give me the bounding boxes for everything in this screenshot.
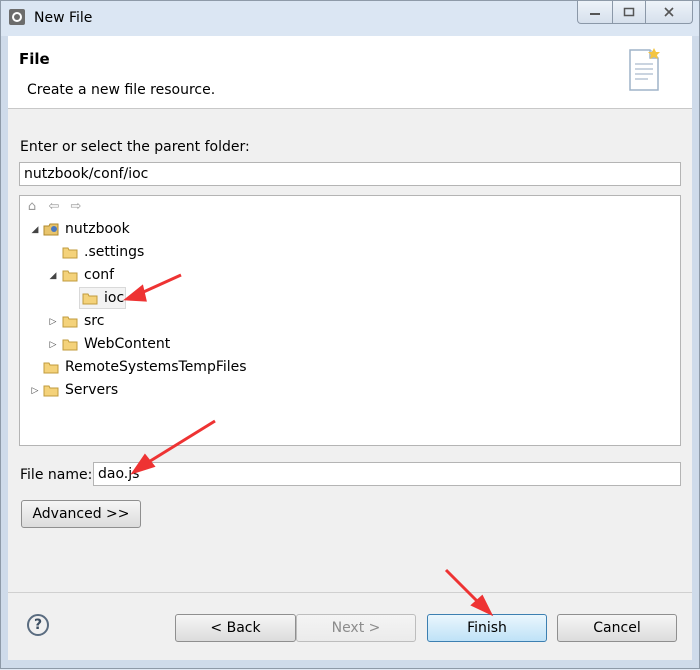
maximize-button[interactable] (613, 1, 646, 24)
close-button[interactable] (646, 1, 693, 24)
expand-toggle-conf[interactable]: ◢ (48, 271, 58, 281)
project-icon (43, 223, 59, 235)
wizard-banner: File Create a new file resource. (8, 36, 692, 109)
next-button[interactable]: Next > (296, 614, 416, 642)
finish-button[interactable]: Finish (427, 614, 547, 642)
tree-item-label: ioc (104, 290, 125, 306)
expand-toggle-webcontent[interactable]: ▷ (48, 340, 58, 350)
dialog-body: File Create a new file resource. Enter o… (8, 36, 692, 660)
tree-item-settings[interactable]: .settings (62, 241, 144, 263)
maximize-icon (623, 7, 635, 17)
home-icon[interactable]: ⌂ (24, 200, 40, 214)
tree-item-src[interactable]: src (62, 310, 104, 332)
tree-item-label: Servers (65, 382, 119, 398)
tree-item-label: src (84, 313, 105, 329)
window-title: New File (34, 10, 93, 26)
folder-open-icon (82, 293, 98, 304)
help-icon[interactable]: ? (27, 614, 49, 636)
folder-icon (62, 339, 78, 350)
tree-item-conf[interactable]: conf (62, 264, 114, 286)
tree-toolbar: ⌂ ⇦ ⇨ (24, 200, 84, 214)
folder-open-icon (62, 270, 78, 281)
tree-item-label: .settings (84, 244, 145, 260)
minimize-icon (590, 13, 600, 15)
folder-icon (62, 247, 78, 258)
back-arrow-icon[interactable]: ⇦ (46, 200, 62, 214)
new-file-wizard-icon (629, 48, 660, 91)
file-name-input[interactable]: dao.js (93, 462, 681, 486)
tree-item-remote-systems-temp-files[interactable]: RemoteSystemsTempFiles (43, 356, 247, 378)
file-name-label: File name: (20, 467, 93, 483)
tree-item-nutzbook[interactable]: nutzbook (43, 218, 130, 240)
parent-folder-label: Enter or select the parent folder: (20, 139, 250, 155)
new-file-dialog: New File File Create a new file resource… (0, 0, 700, 669)
close-icon (664, 7, 674, 17)
parent-folder-input[interactable]: nutzbook/conf/ioc (19, 162, 681, 186)
advanced-button[interactable]: Advanced >> (21, 500, 141, 528)
expand-toggle-servers[interactable]: ▷ (30, 386, 40, 396)
folder-tree[interactable]: ⌂ ⇦ ⇨ ◢ nutzbook .settings ◢ conf ioc ▷ … (19, 195, 681, 446)
banner-description: Create a new file resource. (27, 82, 216, 98)
folder-icon (62, 316, 78, 327)
forward-arrow-icon[interactable]: ⇨ (68, 200, 84, 214)
project-icon (43, 362, 59, 373)
tree-item-label: conf (84, 267, 115, 283)
tree-item-servers[interactable]: Servers (43, 379, 118, 401)
eclipse-app-icon (9, 9, 25, 25)
title-bar[interactable]: New File (1, 1, 699, 36)
project-icon (43, 385, 59, 396)
expand-toggle-src[interactable]: ▷ (48, 317, 58, 327)
tree-item-label: RemoteSystemsTempFiles (65, 359, 247, 375)
tree-item-webcontent[interactable]: WebContent (62, 333, 170, 355)
back-button[interactable]: < Back (175, 614, 296, 642)
minimize-button[interactable] (577, 1, 613, 24)
tree-item-label: nutzbook (65, 221, 130, 237)
cancel-button[interactable]: Cancel (557, 614, 677, 642)
banner-title: File (19, 50, 50, 68)
tree-item-label: WebContent (84, 336, 171, 352)
expand-toggle-nutzbook[interactable]: ◢ (30, 225, 40, 235)
button-bar-divider (8, 592, 692, 593)
tree-item-ioc[interactable]: ioc (82, 287, 124, 309)
